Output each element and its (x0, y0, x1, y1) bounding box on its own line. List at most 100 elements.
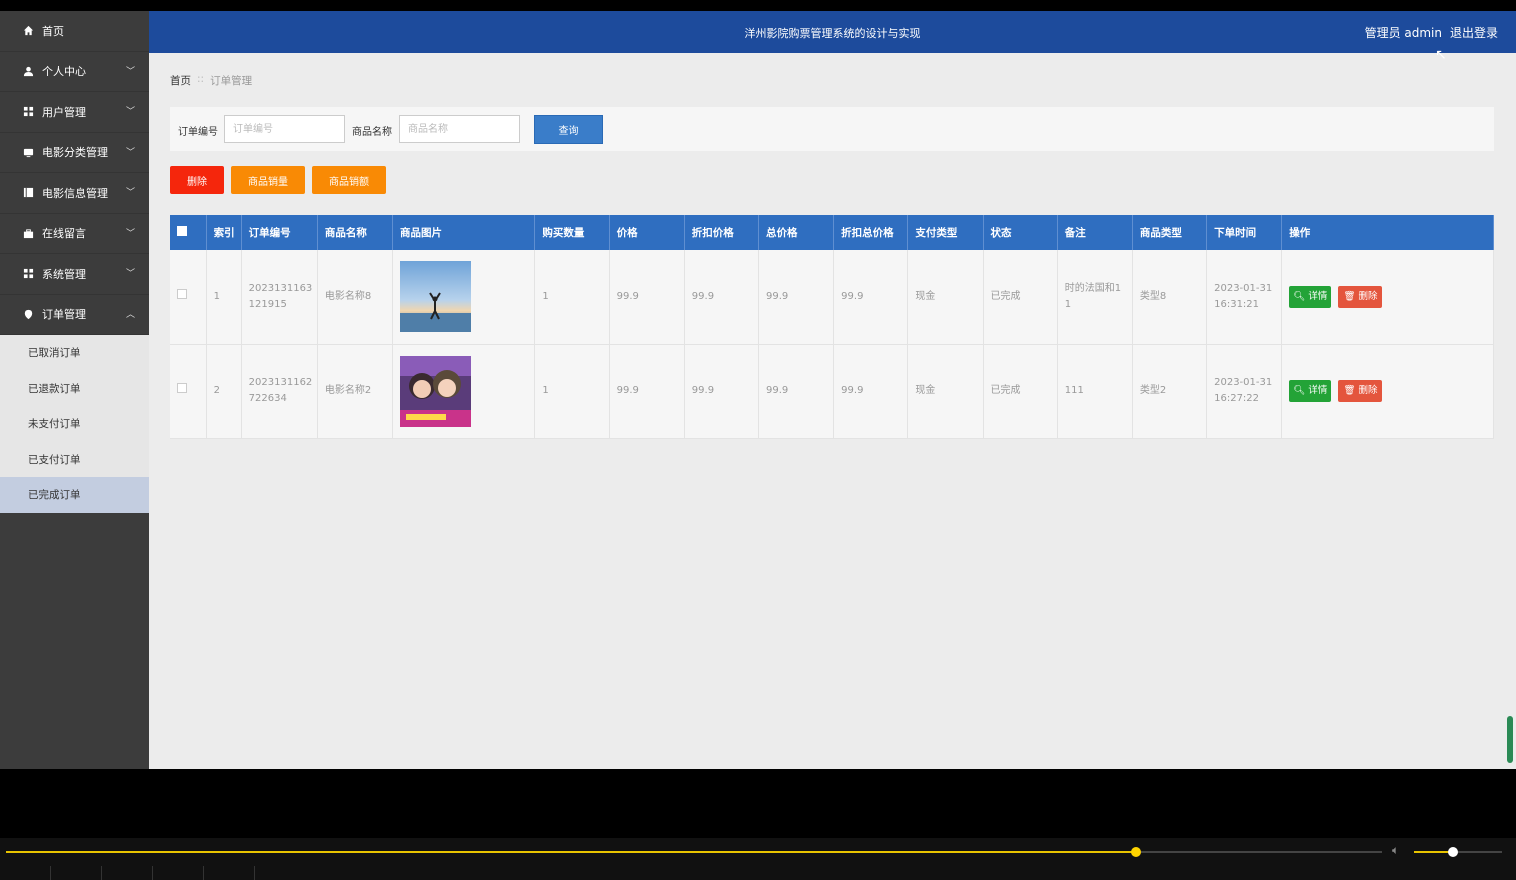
page-scrollbar[interactable] (1507, 716, 1513, 763)
column-header: 状态 (983, 215, 1058, 250)
breadcrumb: 首页 :: 订单管理 (170, 73, 252, 88)
subitem-unpaid-orders[interactable]: 未支付订单 (0, 406, 149, 442)
cell-product-image (392, 344, 536, 439)
volume-icon[interactable]: 🔈︎ (1392, 843, 1399, 858)
playback-progress-fill (6, 851, 1136, 853)
subitem-paid-orders[interactable]: 已支付订单 (0, 442, 149, 478)
order-no-line: 2023131162 (248, 377, 313, 388)
sidebar-item-messages[interactable]: 在线留言 ﹀ (0, 214, 149, 254)
logout-link[interactable]: 退出登录 (1450, 24, 1498, 41)
delete-label: 删除 (1358, 290, 1378, 302)
search-icon: 🔍︎ (1293, 385, 1306, 396)
grid-icon (22, 106, 34, 118)
sky-jump-image (400, 261, 472, 333)
table-header-row: 索引 订单编号 商品名称 商品图片 购买数量 价格 折扣价格 总价格 折扣总价格… (170, 215, 1494, 250)
subitem-refunded-orders[interactable]: 已退款订单 (0, 371, 149, 407)
column-header: 备注 (1057, 215, 1133, 250)
chevron-down-icon: ﹀ (125, 66, 135, 77)
product-name-input[interactable] (399, 115, 520, 143)
sidebar-item-label: 个人中心 (42, 65, 86, 79)
playback-progress-knob[interactable] (1130, 847, 1141, 857)
column-header: 索引 (206, 215, 242, 250)
sidebar-item-personal[interactable]: 个人中心 ﹀ (0, 52, 149, 92)
player-tab[interactable] (204, 866, 255, 880)
sales-quantity-button[interactable]: 商品销量 (231, 166, 305, 194)
top-black-bar (0, 0, 1516, 11)
volume-fill (1414, 851, 1453, 853)
order-no-line: 722634 (248, 393, 287, 404)
row-select-cell[interactable] (170, 250, 207, 345)
action-bar: 删除 商品销量 商品销额 (170, 166, 386, 194)
row-checkbox[interactable] (177, 288, 187, 299)
column-header: 购买数量 (534, 215, 610, 250)
note-line: 时的法国和1 (1064, 282, 1122, 294)
system-title: 洋州影院购票管理系统的设计与实现 (744, 27, 921, 40)
cell-note: 时的法国和1 1 (1057, 250, 1133, 345)
monitor-icon (22, 146, 34, 158)
column-header: 折扣价格 (684, 215, 759, 250)
chevron-up-icon: ︿ (125, 309, 135, 320)
player-tab[interactable] (153, 866, 204, 880)
sidebar: 首页 个人中心 ﹀ 用户管理 ﹀ 电影分类管理 ﹀ 电影信息管理 ﹀ 在线留言 … (0, 11, 149, 769)
row-checkbox[interactable] (177, 383, 187, 393)
player-tab[interactable] (0, 866, 51, 880)
chevron-down-icon: ﹀ (125, 188, 135, 198)
volume-knob[interactable] (1447, 847, 1458, 857)
breadcrumb-home[interactable]: 首页 (170, 73, 191, 88)
time-line: 16:31:21 (1214, 298, 1260, 310)
row-select-cell[interactable] (170, 344, 207, 439)
sidebar-item-label: 用户管理 (42, 105, 86, 119)
delete-button[interactable]: 🗑︎ 删除 (1338, 380, 1383, 402)
sidebar-item-system[interactable]: 系统管理 ﹀ (0, 254, 149, 295)
player-tab[interactable] (102, 866, 153, 880)
player-tab[interactable] (51, 866, 102, 880)
subitem-completed-orders[interactable]: 已完成订单 (0, 477, 149, 513)
order-no-input[interactable] (224, 115, 345, 143)
sidebar-item-label: 电影分类管理 (42, 146, 108, 160)
breadcrumb-separator: :: (197, 73, 205, 85)
cell-discount-total: 99.9 (833, 250, 909, 345)
order-no-line: 2023131163 (248, 282, 313, 294)
admin-user-label: 管理员 admin (1364, 26, 1442, 40)
cell-note: 111 (1057, 344, 1133, 439)
sidebar-item-label: 订单管理 (42, 308, 86, 322)
volume-track[interactable] (1414, 847, 1502, 857)
column-header: 商品图片 (392, 215, 536, 250)
sidebar-item-orders[interactable]: 订单管理 ︿ (0, 295, 149, 335)
cell-price: 99.9 (609, 250, 685, 345)
sidebar-item-label: 电影信息管理 (42, 186, 108, 200)
detail-button[interactable]: 🔍︎ 详情 (1289, 380, 1332, 402)
mouse-cursor-icon: ↖︎ (1435, 47, 1447, 63)
breadcrumb-current: 订单管理 (210, 75, 253, 87)
sidebar-item-users[interactable]: 用户管理 ﹀ (0, 92, 149, 133)
table-row: 2 2023131162 722634 电影名称2 1 99.9 99.9 99… (170, 344, 1494, 439)
location-icon (22, 308, 34, 320)
cell-type: 类型2 (1132, 344, 1208, 439)
delete-button[interactable]: 🗑︎ 删除 (1338, 285, 1383, 308)
column-header: 支付类型 (907, 215, 984, 250)
column-header: 订单编号 (241, 215, 318, 250)
column-header: 下单时间 (1206, 215, 1283, 250)
cell-index: 2 (206, 344, 242, 439)
sidebar-item-home[interactable]: 首页 (0, 11, 149, 52)
chevron-down-icon: ﹀ (125, 228, 135, 239)
search-bar: 订单编号 商品名称 查询 (170, 107, 1494, 151)
trash-icon: 🗑︎ (1343, 385, 1356, 396)
cell-quantity: 1 (534, 344, 610, 439)
sidebar-item-movie-category[interactable]: 电影分类管理 ﹀ (0, 133, 149, 173)
select-all-header[interactable] (170, 215, 207, 250)
batch-delete-button[interactable]: 删除 (170, 166, 224, 194)
detail-label: 详情 (1308, 290, 1328, 302)
sidebar-item-label: 系统管理 (42, 267, 86, 281)
playback-progress-track[interactable] (6, 847, 1382, 857)
sales-amount-button[interactable]: 商品销额 (312, 166, 386, 194)
cell-quantity: 1 (534, 250, 610, 345)
cell-product-name: 电影名称2 (317, 344, 394, 439)
detail-button[interactable]: 🔍︎ 详情 (1289, 285, 1332, 308)
column-header: 价格 (609, 215, 685, 250)
select-all-checkbox[interactable] (177, 226, 187, 236)
sidebar-item-movie-info[interactable]: 电影信息管理 ﹀ (0, 173, 149, 214)
query-button[interactable]: 查询 (534, 115, 603, 144)
time-line: 2023-01-31 (1214, 377, 1273, 388)
subitem-cancelled-orders[interactable]: 已取消订单 (0, 335, 149, 371)
